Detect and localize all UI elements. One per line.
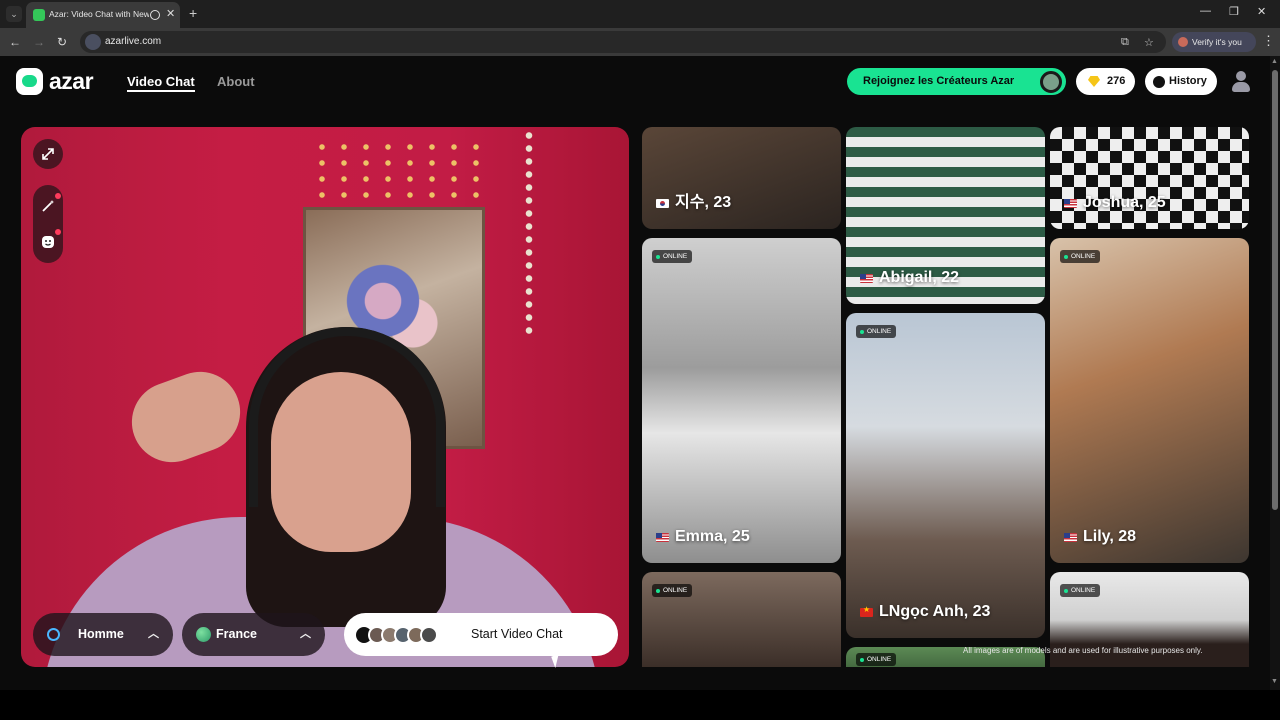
site-info-icon[interactable] xyxy=(85,34,101,50)
online-badge: ONLINE xyxy=(1060,584,1101,597)
online-badge: ONLINE xyxy=(652,250,693,263)
browser-tab[interactable]: Azar: Video Chat with New ✕ xyxy=(26,2,180,28)
url-text: azarlive.com xyxy=(105,36,162,47)
scroll-thumb[interactable] xyxy=(1272,70,1278,510)
gem-icon xyxy=(1088,76,1100,87)
chevron-up-icon: ︿ xyxy=(148,628,159,640)
flag-us-icon xyxy=(1064,533,1077,542)
join-creators-label: Rejoignez les Créateurs Azar xyxy=(863,75,1015,87)
flag-us-icon xyxy=(1064,199,1077,208)
flag-vn-icon xyxy=(860,605,873,617)
profile-grid: 지수, 23 ONLINE Emma, 25 ONLINE Abigail, 2… xyxy=(642,127,1249,667)
cast-icon[interactable]: ⧉ xyxy=(1121,36,1129,49)
effects-toolbar xyxy=(33,185,63,263)
plus-icon[interactable]: + xyxy=(189,5,197,21)
bead-string xyxy=(524,129,534,339)
country-label: France xyxy=(216,627,257,641)
profile-card[interactable]: Joshua, 25 xyxy=(1050,127,1249,229)
profile-name: LNgọc Anh, 23 xyxy=(879,603,991,620)
face-filter-icon[interactable] xyxy=(41,235,55,249)
flag-us-icon xyxy=(860,274,873,283)
notification-dot xyxy=(55,229,61,235)
start-video-chat-button[interactable]: Start Video Chat xyxy=(344,613,618,656)
bottom-strip xyxy=(0,690,1280,720)
profile-name: Abigail, 22 xyxy=(879,269,960,286)
profile-name: 지수, 23 xyxy=(675,194,732,211)
verify-label: Verify it's you xyxy=(1192,37,1242,47)
face-avatar xyxy=(420,626,438,644)
online-badge: ONLINE xyxy=(652,584,693,597)
self-video-preview: Homme ︿ France ︿ Start Video Chat xyxy=(21,127,629,667)
forward-icon[interactable]: → xyxy=(33,35,45,49)
chevron-up-icon: ︿ xyxy=(300,628,311,640)
profile-card[interactable]: ONLINE LNgọc Anh, 23 xyxy=(846,313,1045,638)
history-button[interactable]: History xyxy=(1145,68,1217,95)
page-scrollbar[interactable]: ▲ ▼ xyxy=(1270,56,1280,690)
tab-list-icon[interactable]: ⌄ xyxy=(6,6,22,22)
user-avatar-icon[interactable] xyxy=(1230,70,1252,92)
verify-profile-button[interactable]: Verify it's you xyxy=(1172,32,1256,52)
address-bar: ← → ↻ azarlive.com ⧉ ☆ Verify it's you ⋮ xyxy=(0,28,1280,56)
online-badge: ONLINE xyxy=(1060,250,1101,263)
maximize-icon[interactable]: ❐ xyxy=(1229,5,1239,18)
azar-logo-icon[interactable] xyxy=(16,68,43,95)
azar-app: azar Video Chat About Rejoignez les Créa… xyxy=(0,56,1280,720)
gems-count: 276 xyxy=(1107,75,1126,87)
expand-icon[interactable] xyxy=(33,139,63,169)
wall-decoration xyxy=(311,139,481,199)
magic-wand-icon[interactable] xyxy=(41,199,55,213)
back-icon[interactable]: ← xyxy=(9,35,21,49)
scroll-down-icon[interactable]: ▼ xyxy=(1271,678,1278,685)
profile-name: Emma, 25 xyxy=(675,528,750,545)
azar-favicon-icon xyxy=(33,9,45,21)
user-faces-stack xyxy=(368,626,438,644)
tab-title: Azar: Video Chat with New xyxy=(49,9,149,19)
clock-icon xyxy=(1153,76,1165,88)
join-creators-button[interactable]: Rejoignez les Créateurs Azar xyxy=(847,68,1066,95)
country-filter-select[interactable]: France ︿ xyxy=(182,613,325,656)
gender-label: Homme xyxy=(78,627,124,641)
browser-tab-bar: ⌄ Azar: Video Chat with New ✕ + — ❐ ✕ xyxy=(0,0,1280,28)
profile-card[interactable]: Abigail, 22 xyxy=(846,127,1045,304)
disclaimer-text: All images are of models and are used fo… xyxy=(963,646,1203,655)
profile-name: Joshua, 25 xyxy=(1083,194,1166,211)
record-icon xyxy=(150,10,160,20)
url-field[interactable]: azarlive.com ⧉ ☆ xyxy=(80,31,1166,53)
profile-card[interactable]: ONLINE Emma, 25 xyxy=(642,238,841,563)
globe-icon xyxy=(196,627,211,642)
menu-icon[interactable]: ⋮ xyxy=(1262,33,1275,49)
reload-icon[interactable]: ↻ xyxy=(57,35,67,49)
male-icon xyxy=(47,628,60,641)
person-hand xyxy=(120,360,252,474)
flag-us-icon xyxy=(656,533,669,542)
profile-card[interactable]: 지수, 23 xyxy=(642,127,841,229)
online-badge: ONLINE xyxy=(856,653,897,666)
gems-button[interactable]: 276 xyxy=(1076,68,1135,95)
profile-name: Lily, 28 xyxy=(1083,528,1137,545)
flag-kr-icon xyxy=(656,199,669,208)
nav-video-chat[interactable]: Video Chat xyxy=(127,74,195,92)
online-badge: ONLINE xyxy=(856,325,897,338)
creator-avatar-icon xyxy=(1040,71,1062,93)
window-close-icon[interactable]: ✕ xyxy=(1257,5,1266,18)
gender-filter-select[interactable]: Homme ︿ xyxy=(33,613,173,656)
azar-logo-text[interactable]: azar xyxy=(49,68,94,95)
start-video-chat-label: Start Video Chat xyxy=(471,627,563,641)
close-icon[interactable]: ✕ xyxy=(166,7,175,20)
nav-about[interactable]: About xyxy=(217,74,255,89)
scroll-up-icon[interactable]: ▲ xyxy=(1271,58,1278,65)
star-icon[interactable]: ☆ xyxy=(1144,36,1154,49)
history-label: History xyxy=(1169,75,1207,87)
minimize-icon[interactable]: — xyxy=(1200,5,1211,17)
profile-avatar-icon xyxy=(1178,37,1188,47)
profile-card[interactable]: ONLINE Lily, 28 xyxy=(1050,238,1249,563)
notification-dot xyxy=(55,193,61,199)
profile-card[interactable]: ONLINE xyxy=(642,572,841,667)
